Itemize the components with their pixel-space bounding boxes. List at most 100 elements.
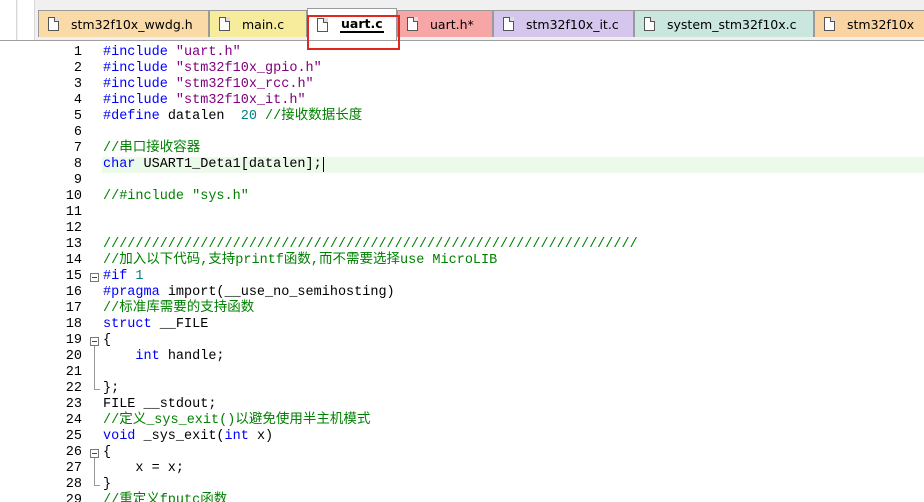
code-token: #include (103, 45, 176, 60)
line-number: 23 (65, 397, 82, 412)
code-token: //#include "sys.h" (103, 189, 249, 204)
code-line[interactable] (103, 221, 924, 237)
line-number: 17 (65, 301, 82, 316)
code-token: "stm32f10x_gpio.h" (175, 61, 322, 76)
line-number: 16 (65, 285, 82, 300)
code-token: "uart.h" (175, 45, 241, 60)
fold-toggle-icon[interactable] (90, 273, 99, 282)
tab-stm32f10x-overflow[interactable]: stm32f10x (814, 10, 924, 37)
code-token: USART1_Deta1[datalen]; (135, 157, 322, 172)
line-number: 6 (73, 125, 82, 140)
line-number: 5 (73, 109, 82, 124)
line-number: 14 (65, 253, 82, 268)
line-number: 10 (65, 189, 82, 204)
code-token: x) (248, 429, 274, 444)
fold-toggle-icon[interactable] (90, 337, 99, 346)
fold-end-marker (94, 485, 100, 486)
code-token: }; (103, 381, 120, 396)
code-line[interactable]: #pragma import(__use_no_semihosting) (103, 285, 924, 301)
code-line[interactable]: #include "stm32f10x_it.h" (103, 93, 924, 109)
code-token: #if (103, 269, 136, 284)
code-token: ////////////////////////////////////////… (103, 237, 638, 252)
line-number: 28 (65, 477, 82, 492)
code-line[interactable]: //定义_sys_exit()以避免使用半主机模式 (103, 413, 924, 429)
line-number: 13 (65, 237, 82, 252)
code-line[interactable]: { (103, 333, 924, 349)
code-line[interactable]: void _sys_exit(int x) (103, 429, 924, 445)
code-line[interactable]: } (103, 477, 924, 493)
code-token: #include (103, 77, 176, 92)
code-token: struct (103, 317, 152, 332)
code-line[interactable] (103, 125, 924, 141)
code-line[interactable] (103, 205, 924, 221)
code-line[interactable]: struct __FILE (103, 317, 924, 333)
code-line[interactable]: #if 1 (103, 269, 924, 285)
tab-system-stm32f10x-c[interactable]: system_stm32f10x.c (634, 10, 814, 37)
code-token: //定义_sys_exit()以避免使用半主机模式 (103, 413, 371, 428)
code-line[interactable]: int handle; (103, 349, 924, 365)
code-token: #include (103, 61, 176, 76)
line-number: 3 (73, 77, 82, 92)
code-line[interactable]: FILE __stdout; (103, 397, 924, 413)
line-number: 21 (65, 365, 82, 380)
code-line[interactable]: //#include "sys.h" (103, 189, 924, 205)
line-number: 27 (65, 461, 82, 476)
tab-uart-c[interactable]: uart.c (307, 8, 397, 40)
line-number: 22 (65, 381, 82, 396)
tab-stm32f10x-wwdg-h[interactable]: stm32f10x_wwdg.h (38, 10, 209, 37)
code-line[interactable]: { (103, 445, 924, 461)
code-line[interactable]: //加入以下代码,支持printf函数,而不需要选择use MicroLIB (103, 253, 924, 269)
tab-label: uart.h* (430, 16, 474, 32)
line-number: 8 (73, 157, 82, 172)
code-token: { (103, 445, 112, 460)
line-number: 7 (73, 141, 82, 156)
tab-stm32f10x-it-c[interactable]: stm32f10x_it.c (493, 10, 634, 37)
code-line[interactable]: #include "stm32f10x_gpio.h" (103, 61, 924, 77)
fold-toggle-icon[interactable] (90, 449, 99, 458)
code-line[interactable] (103, 173, 924, 189)
tab-bar-corner (18, 0, 35, 40)
line-number: 18 (65, 317, 82, 332)
line-number: 19 (65, 333, 82, 348)
code-line[interactable] (103, 365, 924, 381)
code-line[interactable]: //标准库需要的支持函数 (103, 301, 924, 317)
line-number: 25 (65, 429, 82, 444)
code-token: datalen (167, 109, 241, 124)
code-token: char (103, 157, 136, 172)
fold-guide-line (94, 346, 95, 389)
code-line[interactable]: char USART1_Deta1[datalen]; (102, 157, 924, 173)
code-line[interactable]: ////////////////////////////////////////… (103, 237, 924, 253)
tab-bar-corner (0, 0, 17, 40)
code-token: //加入以下代码,支持printf函数,而不需要选择use MicroLIB (103, 253, 498, 268)
file-tab-bar: stm32f10x_wwdg.h main.c uart.c uart.h* s… (0, 0, 924, 40)
code-editor[interactable]: 1 2 3 4 5 6 7 8 9 10 11 12 13 14 15 16 17 18 19 20 21 22 23 24 2… (0, 40, 924, 502)
code-line[interactable]: }; (103, 381, 924, 397)
line-number: 4 (73, 93, 82, 108)
code-token: import(__use_no_semihosting) (167, 285, 395, 300)
file-icon (824, 17, 835, 31)
tab-label: stm32f10x (847, 16, 915, 32)
code-token: _sys_exit( (135, 429, 225, 444)
line-number: 15 (65, 269, 82, 284)
line-number-gutter: 1 2 3 4 5 6 7 8 9 10 11 12 13 14 15 16 17 18 19 20 21 22 23 24 2… (0, 41, 100, 502)
tab-uart-h[interactable]: uart.h* (397, 10, 493, 37)
fold-guide-line (94, 458, 95, 485)
code-token: int (224, 429, 249, 444)
tab-main-c[interactable]: main.c (209, 10, 307, 37)
code-line[interactable]: x = x; (103, 461, 924, 477)
code-line[interactable]: #include "uart.h" (103, 45, 924, 61)
code-token: FILE __stdout; (103, 397, 217, 412)
code-token: 1 (135, 269, 144, 284)
file-icon (407, 17, 418, 31)
code-line[interactable]: //串口接收容器 (103, 141, 924, 157)
line-number: 26 (65, 445, 82, 460)
file-icon (48, 17, 59, 31)
code-token: int (135, 349, 160, 364)
line-number: 12 (65, 221, 82, 236)
file-icon (644, 17, 655, 31)
code-token: { (103, 333, 112, 348)
code-line[interactable]: #define datalen 20 //接收数据长度 (103, 109, 924, 125)
code-line[interactable]: #include "stm32f10x_rcc.h" (103, 77, 924, 93)
